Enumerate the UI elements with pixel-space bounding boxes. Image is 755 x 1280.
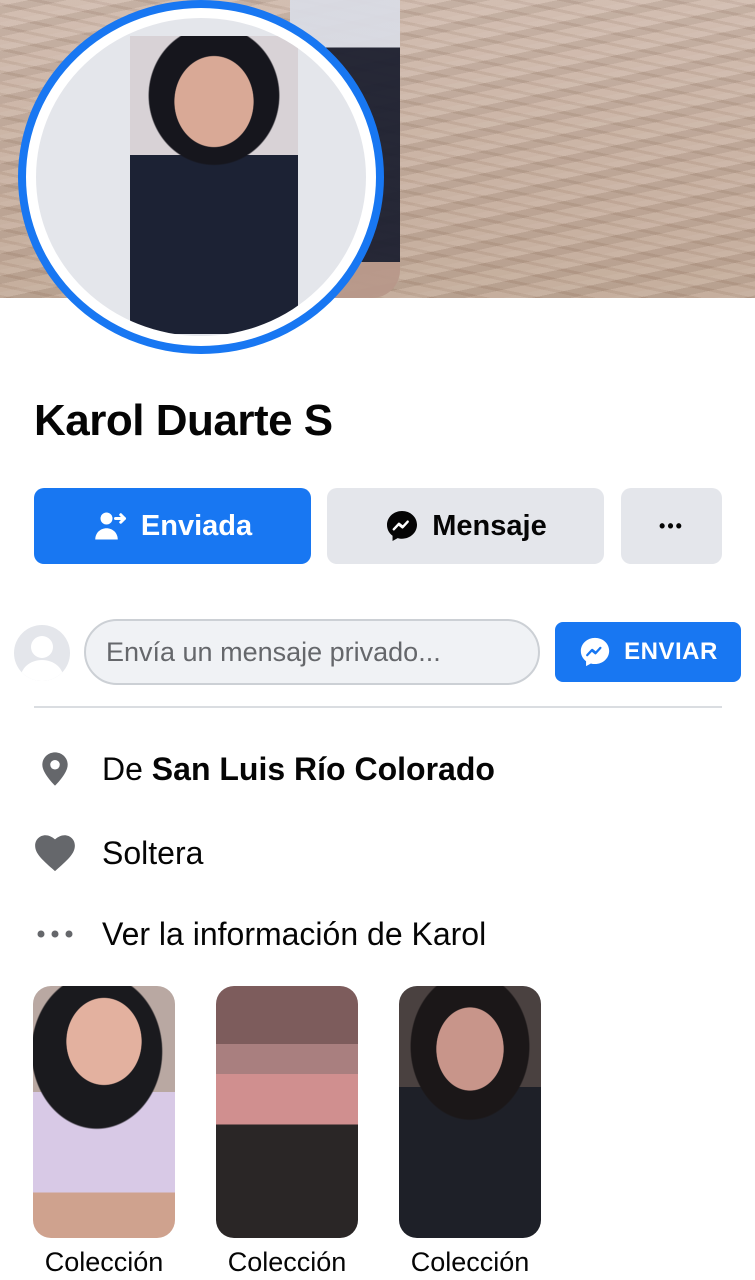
message-button-label: Mensaje [432,509,547,542]
featured-collection-label: Colección [227,1247,347,1277]
profile-picture-image [130,36,298,334]
intro-from-text: De San Luis Río Colorado [102,751,495,788]
more-options-button[interactable]: ••• [621,488,722,564]
send-message-label: ENVIAR [624,638,718,665]
intro-relationship-text: Soltera [102,834,204,871]
featured-collection-label: Colección [44,1247,164,1277]
map-pin-icon [22,748,88,790]
profile-name: Karol Duarte S [34,396,333,445]
divider [34,706,722,708]
featured-collection-2[interactable] [216,986,358,1238]
send-message-button[interactable]: ENVIAR [555,622,741,682]
more-dots-icon [22,929,88,939]
message-button[interactable]: Mensaje [327,488,604,564]
messenger-icon [384,508,420,544]
default-avatar-icon [20,636,64,681]
friend-request-sent-button[interactable]: Enviada [34,488,311,564]
featured-collection-label: Colección [410,1247,530,1277]
friend-request-sent-label: Enviada [140,509,253,542]
viewer-avatar [14,625,70,681]
see-info-row[interactable]: Ver la información de Karol [0,910,755,958]
intro-relationship-row: Soltera [0,829,755,877]
intro-from-row: De San Luis Río Colorado [0,745,755,793]
intro-from-place[interactable]: San Luis Río Colorado [152,751,495,787]
heart-icon [22,834,88,872]
profile-picture[interactable] [18,0,384,354]
private-message-input[interactable] [84,619,540,685]
intro-from-prefix: De [102,750,143,787]
more-options-label: ••• [659,515,684,536]
see-info-text[interactable]: Ver la información de Karol [102,916,486,953]
featured-collection-1[interactable] [33,986,175,1238]
person-check-icon [93,508,129,544]
profile-picture-frame [36,18,366,336]
featured-collection-3[interactable] [399,986,541,1238]
messenger-icon [578,635,612,669]
